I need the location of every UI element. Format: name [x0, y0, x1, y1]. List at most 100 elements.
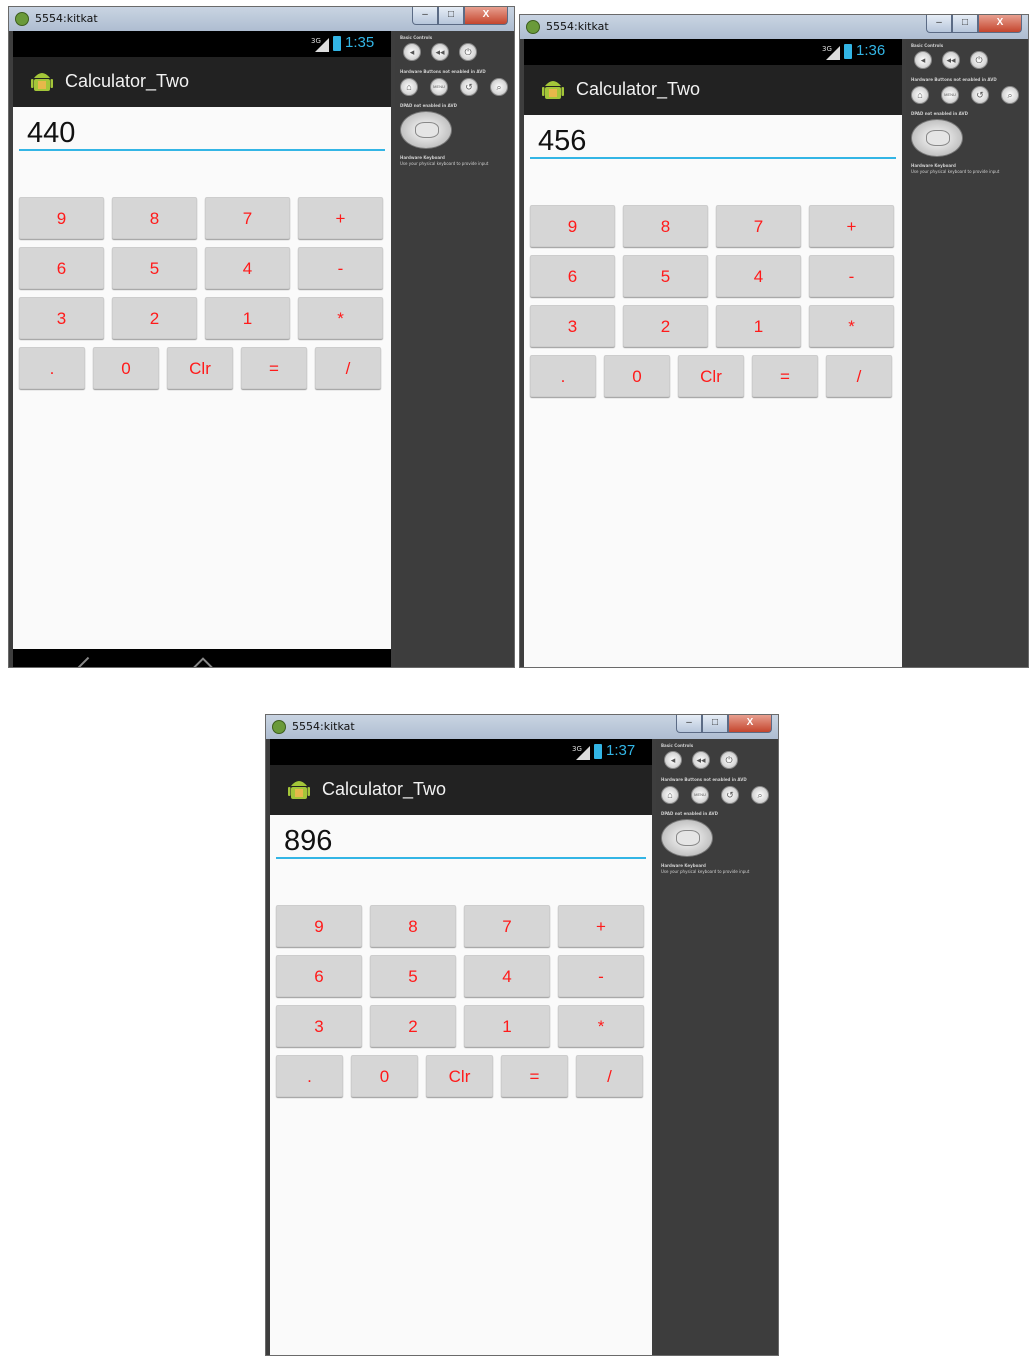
back-icon[interactable]: [70, 656, 100, 667]
key-digit-2[interactable]: 2: [370, 1005, 456, 1047]
power-icon[interactable]: ⏻: [459, 43, 477, 61]
key-equals[interactable]: =: [752, 355, 818, 397]
key-digit-5[interactable]: 5: [370, 955, 456, 997]
home-hw-icon[interactable]: ⌂: [400, 78, 418, 96]
key-clear[interactable]: Clr: [167, 347, 233, 389]
key-divide[interactable]: /: [576, 1055, 643, 1097]
keypad-row: 654-: [530, 255, 894, 297]
key-divide[interactable]: /: [315, 347, 381, 389]
key-digit-4[interactable]: 4: [464, 955, 550, 997]
result-field[interactable]: 456: [530, 125, 896, 159]
key-divide[interactable]: /: [826, 355, 892, 397]
key-decimal[interactable]: .: [530, 355, 596, 397]
minimize-button[interactable]: –: [676, 715, 702, 733]
key-digit-5[interactable]: 5: [623, 255, 708, 297]
key-digit-6[interactable]: 6: [530, 255, 615, 297]
volume-up-icon[interactable]: ◂◂: [692, 751, 710, 769]
key-digit-1[interactable]: 1: [716, 305, 801, 347]
key-digit-7[interactable]: 7: [464, 905, 550, 947]
key-digit-3[interactable]: 3: [19, 297, 104, 339]
menu-hw-button[interactable]: MENU: [430, 78, 448, 96]
key-equals[interactable]: =: [501, 1055, 568, 1097]
key-multiply[interactable]: *: [298, 297, 383, 339]
dpad-center-button[interactable]: [415, 122, 439, 138]
basic-controls-label: Basic Controls: [661, 743, 694, 748]
minimize-button[interactable]: –: [412, 7, 438, 25]
key-minus[interactable]: -: [558, 955, 644, 997]
key-digit-1[interactable]: 1: [205, 297, 290, 339]
key-digit-4[interactable]: 4: [205, 247, 290, 289]
key-digit-3[interactable]: 3: [530, 305, 615, 347]
recent-apps-icon[interactable]: [303, 667, 331, 668]
search-hw-icon[interactable]: ⌕: [1001, 86, 1019, 104]
dpad-control[interactable]: [911, 119, 963, 157]
result-value: 896: [284, 825, 333, 857]
key-digit-6[interactable]: 6: [276, 955, 362, 997]
volume-up-icon[interactable]: ◂◂: [431, 43, 449, 61]
key-digit-5[interactable]: 5: [112, 247, 197, 289]
key-minus[interactable]: -: [298, 247, 383, 289]
volume-down-icon[interactable]: ◂: [403, 43, 421, 61]
maximize-button[interactable]: □: [952, 15, 978, 33]
key-plus[interactable]: +: [298, 197, 383, 239]
power-icon[interactable]: ⏻: [970, 51, 988, 69]
key-plus[interactable]: +: [809, 205, 894, 247]
key-digit-0[interactable]: 0: [604, 355, 670, 397]
back-hw-icon[interactable]: ↺: [721, 786, 739, 804]
key-digit-0[interactable]: 0: [93, 347, 159, 389]
key-digit-1[interactable]: 1: [464, 1005, 550, 1047]
maximize-button[interactable]: □: [438, 7, 464, 25]
key-digit-9[interactable]: 9: [19, 197, 104, 239]
key-digit-3[interactable]: 3: [276, 1005, 362, 1047]
power-icon[interactable]: ⏻: [720, 751, 738, 769]
result-field[interactable]: 896: [276, 825, 646, 859]
search-hw-icon[interactable]: ⌕: [490, 78, 508, 96]
key-digit-7[interactable]: 7: [205, 197, 290, 239]
key-equals[interactable]: =: [241, 347, 307, 389]
volume-down-icon[interactable]: ◂: [914, 51, 932, 69]
key-multiply[interactable]: *: [809, 305, 894, 347]
key-decimal[interactable]: .: [19, 347, 85, 389]
hardware-keyboard-hint: Use your physical keyboard to provide in…: [400, 161, 489, 166]
menu-hw-button[interactable]: MENU: [941, 86, 959, 104]
volume-up-icon[interactable]: ◂◂: [942, 51, 960, 69]
close-button[interactable]: X: [464, 7, 508, 25]
key-digit-7[interactable]: 7: [716, 205, 801, 247]
key-digit-9[interactable]: 9: [276, 905, 362, 947]
window-title: 5554:kitkat: [546, 20, 609, 33]
home-hw-icon[interactable]: ⌂: [661, 786, 679, 804]
home-icon[interactable]: [183, 657, 223, 667]
minimize-button[interactable]: –: [926, 15, 952, 33]
dpad-control[interactable]: [661, 819, 713, 857]
search-hw-icon[interactable]: ⌕: [751, 786, 769, 804]
key-digit-2[interactable]: 2: [112, 297, 197, 339]
key-plus[interactable]: +: [558, 905, 644, 947]
dpad-control[interactable]: [400, 111, 452, 149]
menu-hw-button[interactable]: MENU: [691, 786, 709, 804]
back-hw-icon[interactable]: ↺: [971, 86, 989, 104]
key-minus[interactable]: -: [809, 255, 894, 297]
key-clear[interactable]: Clr: [426, 1055, 493, 1097]
key-digit-8[interactable]: 8: [623, 205, 708, 247]
volume-down-icon[interactable]: ◂: [664, 751, 682, 769]
hardware-keyboard-label: Hardware Keyboard: [400, 155, 445, 160]
key-digit-8[interactable]: 8: [370, 905, 456, 947]
back-hw-icon[interactable]: ↺: [460, 78, 478, 96]
key-digit-6[interactable]: 6: [19, 247, 104, 289]
dpad-center-button[interactable]: [676, 830, 700, 846]
key-digit-2[interactable]: 2: [623, 305, 708, 347]
key-digit-4[interactable]: 4: [716, 255, 801, 297]
maximize-button[interactable]: □: [702, 715, 728, 733]
home-hw-icon[interactable]: ⌂: [911, 86, 929, 104]
svg-text:3G: 3G: [311, 37, 321, 45]
key-multiply[interactable]: *: [558, 1005, 644, 1047]
close-button[interactable]: X: [728, 715, 772, 733]
result-field[interactable]: 440: [19, 117, 385, 151]
dpad-center-button[interactable]: [926, 130, 950, 146]
key-clear[interactable]: Clr: [678, 355, 744, 397]
close-button[interactable]: X: [978, 15, 1022, 33]
key-digit-8[interactable]: 8: [112, 197, 197, 239]
key-digit-9[interactable]: 9: [530, 205, 615, 247]
key-decimal[interactable]: .: [276, 1055, 343, 1097]
key-digit-0[interactable]: 0: [351, 1055, 418, 1097]
